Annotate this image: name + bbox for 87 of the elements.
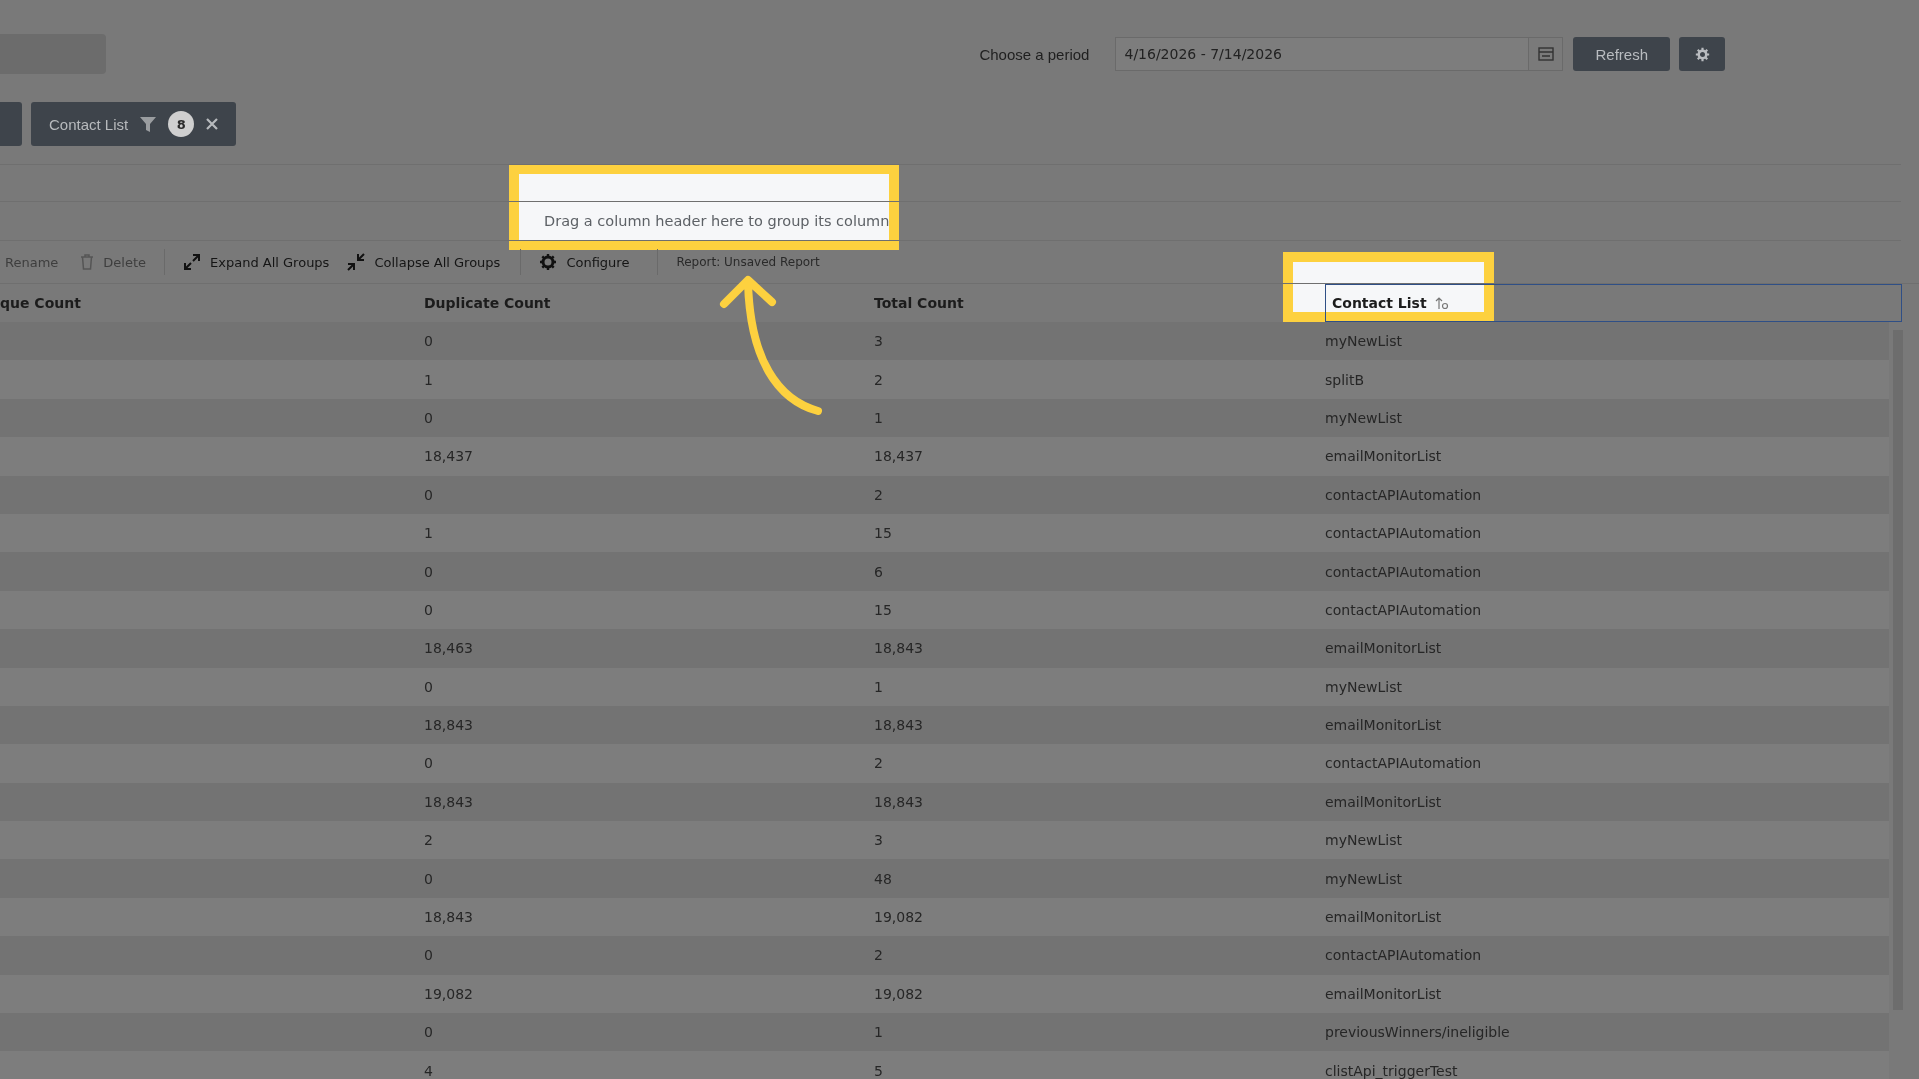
table-cell: splitB <box>1325 371 1365 388</box>
table-cell: 2 <box>874 947 883 964</box>
calendar-button[interactable] <box>1529 37 1564 71</box>
refresh-button[interactable]: Refresh <box>1573 37 1670 71</box>
table-cell: 15 <box>874 601 892 618</box>
calendar-icon <box>1537 47 1554 61</box>
table-cell: myNewList <box>1325 870 1402 887</box>
table-cell: contactAPIAutomation <box>1325 563 1482 580</box>
table-cell: 0 <box>424 678 433 695</box>
filter-icon <box>140 116 157 132</box>
table-cell: 0 <box>424 601 433 618</box>
table-cell: 15 <box>874 525 892 542</box>
table-cell: 1 <box>424 525 433 542</box>
table-cell: myNewList <box>1325 678 1402 695</box>
table-cell: 19,082 <box>874 985 923 1002</box>
table-cell: 0 <box>424 333 433 350</box>
table-cell: 1 <box>874 678 883 695</box>
column-header[interactable]: Total Count <box>874 295 964 311</box>
table-cell: 18,843 <box>874 640 923 657</box>
table-cell: contactAPIAutomation <box>1325 601 1482 618</box>
table-cell: 2 <box>874 371 883 388</box>
table-cell: 5 <box>874 1062 883 1079</box>
table-cell: emailMonitorList <box>1325 793 1442 810</box>
table-cell: 0 <box>424 870 433 887</box>
table-cell: 0 <box>424 563 433 580</box>
sort-icon <box>1434 296 1449 310</box>
table-cell: 18,843 <box>424 793 473 810</box>
table-cell: 2 <box>874 755 883 772</box>
table-cell: 2 <box>874 486 883 503</box>
table-cell: 48 <box>874 870 892 887</box>
table-cell: contactAPIAutomation <box>1325 486 1482 503</box>
table-cell: 18,843 <box>424 909 473 926</box>
report-name: Report: Unsaved Report <box>676 255 820 269</box>
table-cell: contactAPIAutomation <box>1325 755 1482 772</box>
column-header[interactable]: que Count <box>0 295 81 311</box>
table-cell: emailMonitorList <box>1325 717 1442 734</box>
table-cell: emailMonitorList <box>1325 985 1442 1002</box>
table-cell: 0 <box>424 486 433 503</box>
table-cell: 1 <box>424 371 433 388</box>
table-cell: 18,463 <box>424 640 473 657</box>
group-panel-hint: Drag a column header here to group its column <box>544 213 890 229</box>
table-cell: 18,843 <box>424 717 473 734</box>
column-header[interactable]: Duplicate Count <box>424 295 551 311</box>
settings-button[interactable] <box>1679 37 1725 71</box>
table-cell: 0 <box>424 1024 433 1041</box>
table-cell: 1 <box>874 409 883 426</box>
trash-icon <box>80 254 95 270</box>
table-cell: 18,843 <box>874 717 923 734</box>
date-range-field[interactable]: 4/16/2026 - 7/14/2026 <box>1115 37 1530 71</box>
table-cell: 6 <box>874 563 883 580</box>
table-cell: 3 <box>874 333 883 350</box>
table-cell: 0 <box>424 755 433 772</box>
table-cell: 4 <box>424 1062 433 1079</box>
table-cell: 19,082 <box>424 985 473 1002</box>
table-cell: contactAPIAutomation <box>1325 525 1482 542</box>
table-cell: contactAPIAutomation <box>1325 947 1482 964</box>
table-cell: myNewList <box>1325 333 1402 350</box>
column-header[interactable]: Contact List <box>1332 295 1449 311</box>
settings-icon <box>1694 46 1710 62</box>
count-badge: 8 <box>168 111 195 137</box>
period-label: Choose a period <box>979 45 1090 63</box>
table-cell: 18,437 <box>424 448 473 465</box>
column-header-cell[interactable]: Contact List <box>1325 284 1902 322</box>
filter-chip[interactable]: Contact List 8 <box>31 102 237 146</box>
toolbar-button[interactable]: Expand All Groups <box>183 253 330 271</box>
expand-icon <box>183 253 202 271</box>
table-cell: 1 <box>874 1024 883 1041</box>
chip-label: Contact List <box>49 115 129 133</box>
table-cell: 3 <box>874 832 883 849</box>
table-cell: previousWinners/ineligible <box>1325 1024 1510 1041</box>
table-cell: myNewList <box>1325 832 1402 849</box>
table-cell: 2 <box>424 832 433 849</box>
toolbar-button[interactable]: Collapse All Groups <box>347 253 501 271</box>
table-cell: 0 <box>424 409 433 426</box>
table-cell: clistApi_triggerTest <box>1325 1062 1458 1079</box>
collapse-icon <box>347 253 366 271</box>
table-cell: 18,437 <box>874 448 923 465</box>
gear-icon <box>539 253 558 271</box>
table-cell: myNewList <box>1325 409 1402 426</box>
table-cell: 19,082 <box>874 909 923 926</box>
close-icon[interactable] <box>206 118 219 130</box>
table-cell: emailMonitorList <box>1325 640 1442 657</box>
table-cell: emailMonitorList <box>1325 909 1442 926</box>
table-cell: 0 <box>424 947 433 964</box>
table-cell: 18,843 <box>874 793 923 810</box>
toolbar-button[interactable]: Configure <box>539 253 630 271</box>
table-cell: emailMonitorList <box>1325 448 1442 465</box>
